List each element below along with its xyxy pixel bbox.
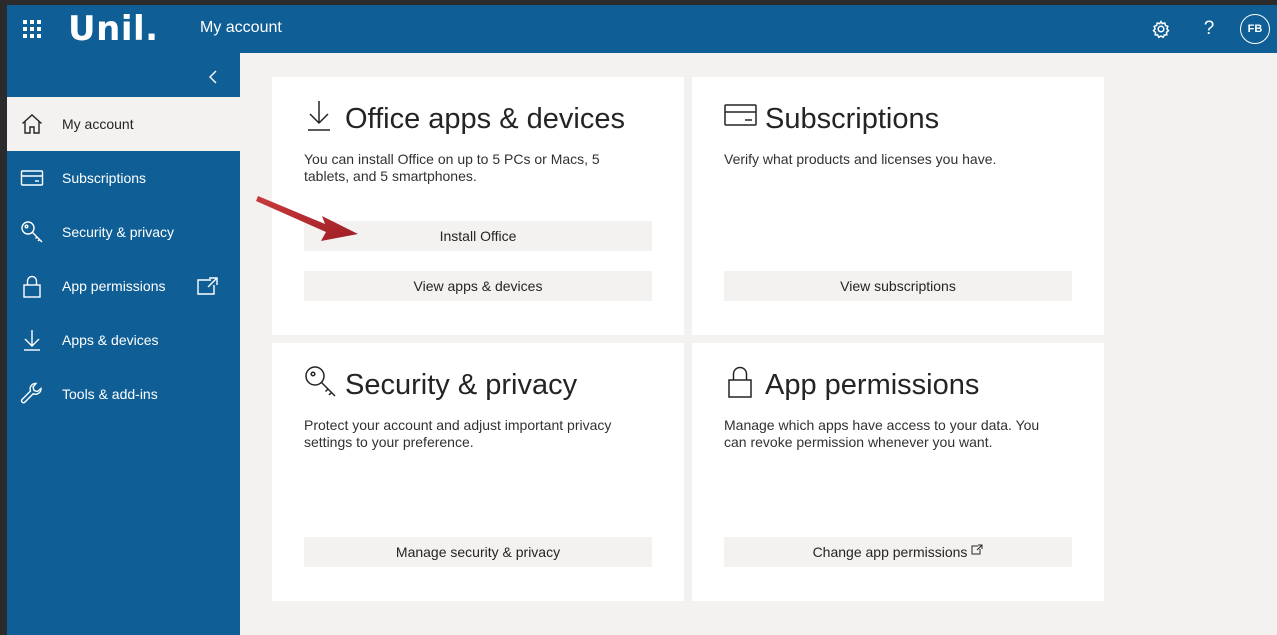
change-app-permissions-button[interactable]: Change app permissions (724, 537, 1072, 567)
wrench-icon (20, 382, 42, 404)
app-permissions-card: App permissions Manage which apps have a… (692, 343, 1104, 601)
app-window: Unil. My account ? FB My account Subscri… (7, 5, 1277, 635)
button-label: Change app permissions (812, 544, 968, 560)
card-description: Verify what products and licenses you ha… (724, 151, 997, 167)
subscriptions-card: Subscriptions Verify what products and l… (692, 77, 1104, 335)
manage-security-privacy-button[interactable]: Manage security & privacy (304, 537, 652, 567)
sidebar-item-apps-devices[interactable]: Apps & devices (7, 313, 240, 367)
download-icon (24, 330, 40, 351)
page-title: My account (200, 19, 282, 36)
sidebar-item-my-account[interactable]: My account (7, 97, 240, 151)
external-link-icon (971, 544, 983, 554)
card-title: Office apps & devices (345, 103, 625, 135)
sidebar-item-label: Apps & devices (62, 332, 159, 348)
top-bar: Unil. My account ? FB (7, 5, 1277, 53)
view-subscriptions-button[interactable]: View subscriptions (724, 271, 1072, 301)
install-office-button[interactable]: Install Office (304, 221, 652, 251)
sidebar-item-security-privacy[interactable]: Security & privacy (7, 205, 240, 259)
sidebar-item-label: App permissions (62, 278, 166, 294)
sidebar-item-tools-addins[interactable]: Tools & add-ins (7, 367, 240, 421)
card-title: Subscriptions (765, 103, 940, 135)
sidebar-item-subscriptions[interactable]: Subscriptions (7, 151, 240, 205)
key-icon (21, 221, 43, 243)
lock-icon (728, 366, 752, 398)
user-avatar[interactable]: FB (1240, 14, 1270, 44)
sidebar: My account Subscriptions Security & priv… (7, 53, 240, 635)
card-icon (20, 170, 44, 186)
card-title: App permissions (765, 369, 980, 401)
sidebar-nav: My account Subscriptions Security & priv… (7, 97, 240, 421)
lock-icon (23, 275, 41, 298)
card-title: Security & privacy (345, 369, 578, 401)
settings-gear-icon[interactable] (1149, 17, 1173, 41)
sidebar-item-label: My account (62, 116, 134, 132)
external-link-icon (197, 277, 218, 295)
sidebar-item-label: Subscriptions (62, 170, 147, 186)
help-icon[interactable]: ? (1197, 17, 1221, 41)
office-apps-card: Office apps & devices You can install Of… (272, 77, 684, 335)
security-privacy-card: Security & privacy Protect your account … (272, 343, 684, 601)
card-description: Manage which apps have access to your da… (724, 417, 1040, 450)
card-icon (724, 104, 757, 126)
unil-logo[interactable]: Unil. (68, 9, 159, 49)
sidebar-item-label: Security & privacy (62, 224, 175, 240)
card-description: You can install Office on up to 5 PCs or… (304, 151, 600, 184)
sidebar-item-app-permissions[interactable]: App permissions (7, 259, 240, 313)
view-apps-devices-button[interactable]: View apps & devices (304, 271, 652, 301)
download-icon (308, 101, 330, 131)
sidebar-item-label: Tools & add-ins (62, 386, 158, 402)
collapse-chevron-icon[interactable] (204, 67, 224, 87)
app-launcher-icon[interactable] (23, 20, 41, 38)
key-icon (305, 366, 336, 397)
card-description: Protect your account and adjust importan… (304, 417, 612, 450)
home-icon (22, 114, 42, 134)
